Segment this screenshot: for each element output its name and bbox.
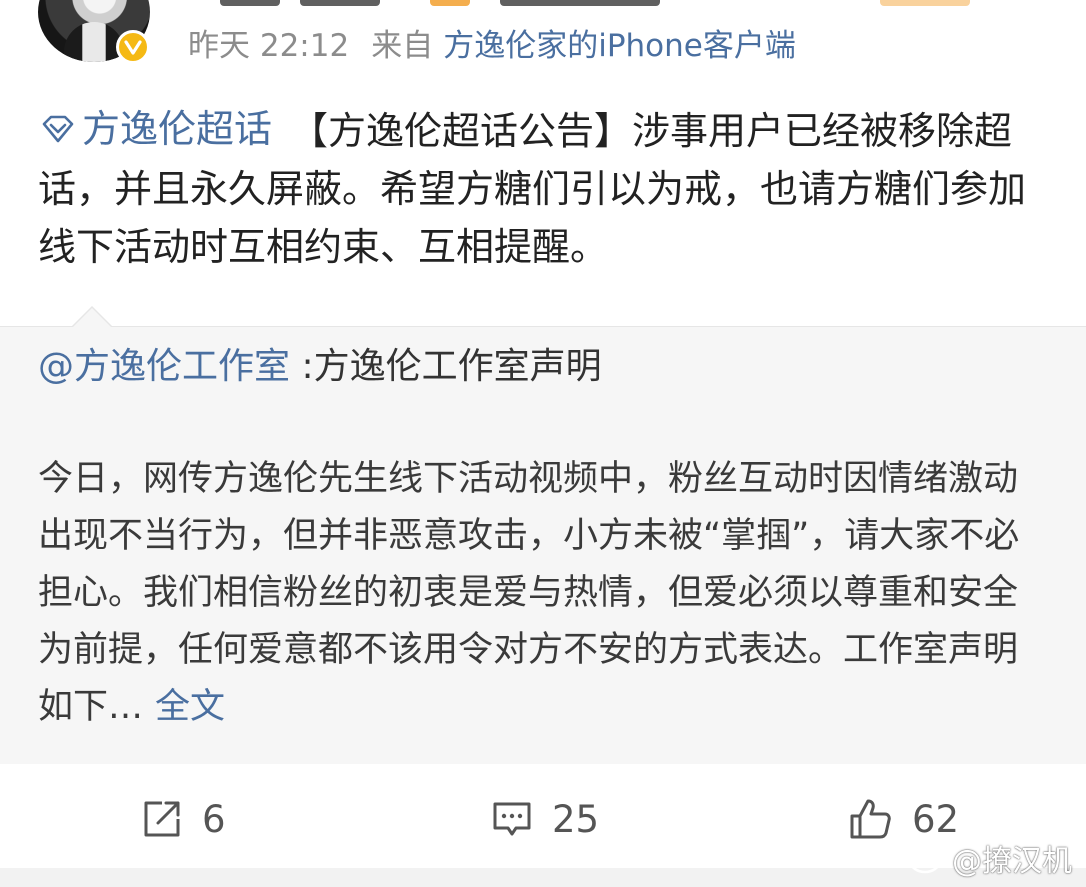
weibo-watermark: @撩汉机: [908, 836, 1072, 880]
watermark-handle: @撩汉机: [952, 844, 1072, 879]
cropped-header-strip: [0, 0, 1086, 14]
verified-v-glyph: [124, 40, 142, 55]
source-client-link[interactable]: 方逸伦家的iPhone客户端: [443, 28, 796, 64]
repost-count: 6: [202, 797, 226, 841]
repost-body: 今日，网传方逸伦先生线下活动视频中，粉丝互动时因情绪激动出现不当行为，但并非恶意…: [38, 451, 1048, 736]
cropped-text-fragment: [220, 0, 280, 6]
repost-author-mention[interactable]: @方逸伦工作室: [38, 346, 290, 387]
repost-button[interactable]: 6: [140, 796, 226, 842]
avatar-photo-detail: [64, 22, 124, 62]
post-body: 方逸伦超话 【方逸伦超话公告】涉事用户已经被移除超话，并且永久屏蔽。希望方糖们引以…: [38, 100, 1048, 276]
weibo-post-screen: 昨天 22:12 来自 方逸伦家的iPhone客户端 方逸伦超话 【方逸伦超话公告】涉…: [0, 0, 1086, 887]
comment-button[interactable]: 25: [490, 796, 599, 842]
repost-icon: [144, 801, 180, 837]
repost-card[interactable]: @方逸伦工作室 :方逸伦工作室声明 今日，网传方逸伦先生线下活动视频中，粉丝互动…: [0, 326, 1086, 765]
verified-badge-icon: [116, 30, 150, 64]
cropped-badge-fragment: [880, 0, 970, 6]
cropped-text-fragment: [300, 0, 380, 6]
super-topic-diamond-icon: [42, 115, 74, 143]
post-meta: 昨天 22:12 来自 方逸伦家的iPhone客户端: [188, 24, 796, 68]
super-topic-name: 方逸伦超话: [82, 107, 273, 151]
source-prefix: 来自: [371, 28, 434, 64]
repost-card-notch: [73, 308, 111, 327]
repost-header: @方逸伦工作室 :方逸伦工作室声明: [38, 341, 602, 393]
full-text-link[interactable]: 全文: [155, 687, 225, 727]
cropped-emoji-fragment: [430, 0, 470, 6]
repost-title: :方逸伦工作室声明: [290, 346, 602, 387]
thumbs-up-icon: [850, 799, 891, 839]
cropped-text-fragment: [500, 0, 660, 6]
comment-count: 25: [552, 797, 600, 841]
comment-icon: [493, 802, 531, 836]
weibo-logo-icon: [909, 844, 946, 874]
post-time: 昨天 22:12: [188, 28, 350, 64]
like-count: 62: [912, 797, 960, 841]
super-topic-link[interactable]: 方逸伦超话: [38, 100, 272, 158]
